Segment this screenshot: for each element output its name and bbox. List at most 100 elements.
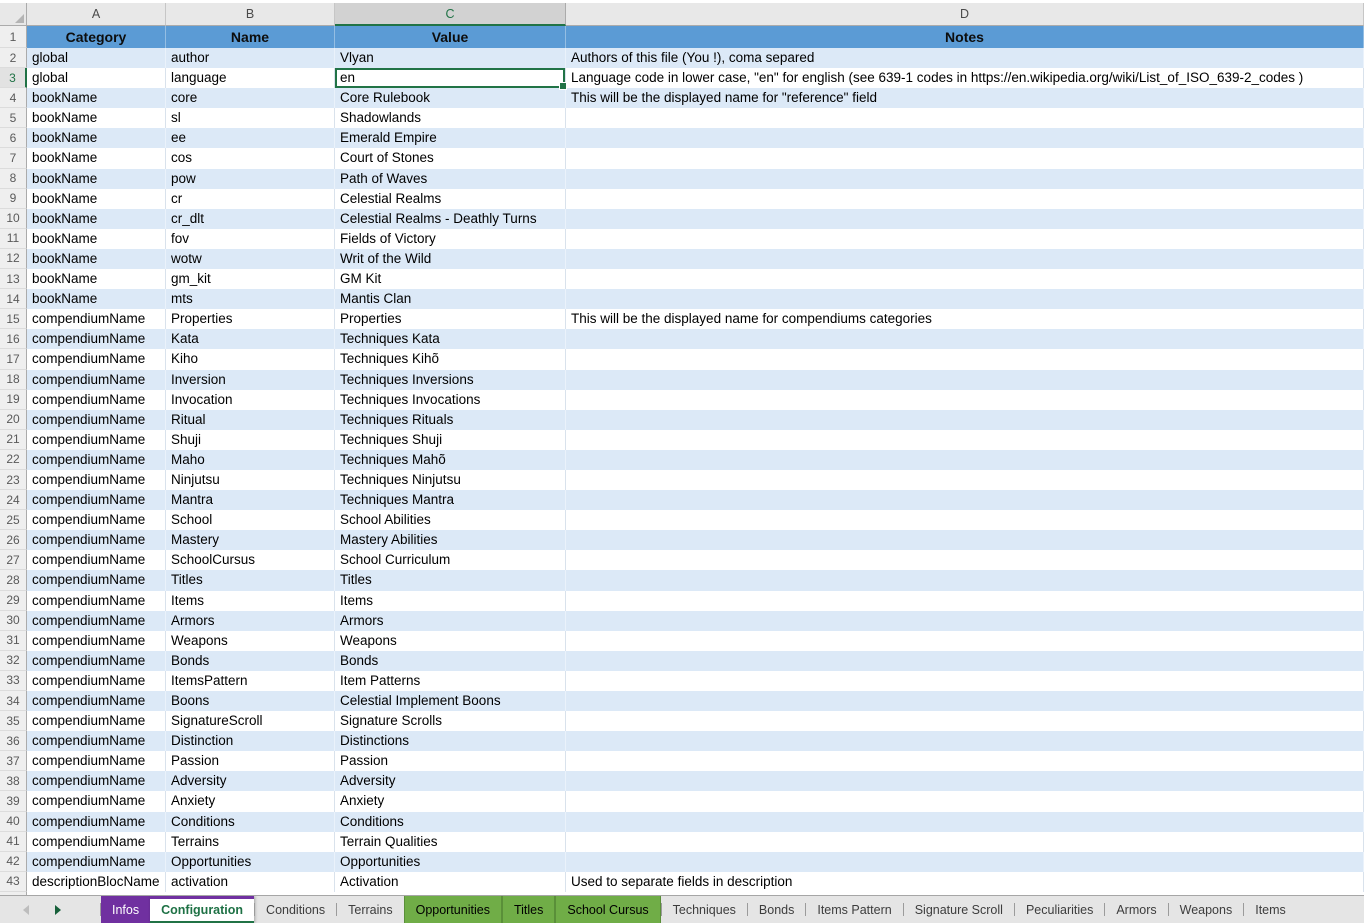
cell-D42[interactable] — [566, 852, 1364, 872]
cell-C8[interactable]: Path of Waves — [335, 169, 566, 189]
cell-A39[interactable]: compendiumName — [27, 791, 166, 811]
row-header-16[interactable]: 16 — [0, 329, 27, 349]
cell-C11[interactable]: Fields of Victory — [335, 229, 566, 249]
sheet-tab-items-pattern[interactable]: Items Pattern — [806, 896, 902, 923]
cell-B36[interactable]: Distinction — [166, 731, 335, 751]
cell-A19[interactable]: compendiumName — [27, 390, 166, 410]
cell-A35[interactable]: compendiumName — [27, 711, 166, 731]
sheet-tab-items[interactable]: Items — [1244, 896, 1297, 923]
sheet-tab-bonds[interactable]: Bonds — [748, 896, 805, 923]
cell-C20[interactable]: Techniques Rituals — [335, 410, 566, 430]
cell-B31[interactable]: Weapons — [166, 631, 335, 651]
cell-C40[interactable]: Conditions — [335, 812, 566, 832]
sheet-tab-weapons[interactable]: Weapons — [1169, 896, 1244, 923]
cell-B35[interactable]: SignatureScroll — [166, 711, 335, 731]
cell-D37[interactable] — [566, 751, 1364, 771]
row-header-30[interactable]: 30 — [0, 611, 27, 631]
sheet-tab-configuration[interactable]: Configuration — [150, 896, 254, 923]
row-header-7[interactable]: 7 — [0, 148, 27, 168]
cell-A27[interactable]: compendiumName — [27, 550, 166, 570]
cell-C24[interactable]: Techniques Mantra — [335, 490, 566, 510]
cell-D16[interactable] — [566, 329, 1364, 349]
cell-B33[interactable]: ItemsPattern — [166, 671, 335, 691]
cell-B9[interactable]: cr — [166, 189, 335, 209]
cell-B8[interactable]: pow — [166, 169, 335, 189]
cell-B16[interactable]: Kata — [166, 329, 335, 349]
row-header-19[interactable]: 19 — [0, 390, 27, 410]
cell-A23[interactable]: compendiumName — [27, 470, 166, 490]
cell-A31[interactable]: compendiumName — [27, 631, 166, 651]
cell-B42[interactable]: Opportunities — [166, 852, 335, 872]
cell-C6[interactable]: Emerald Empire — [335, 128, 566, 148]
cell-C10[interactable]: Celestial Realms - Deathly Turns — [335, 209, 566, 229]
cell-C22[interactable]: Techniques Mahõ — [335, 450, 566, 470]
row-header-21[interactable]: 21 — [0, 430, 27, 450]
cell-A12[interactable]: bookName — [27, 249, 166, 269]
cell-B24[interactable]: Mantra — [166, 490, 335, 510]
cell-A21[interactable]: compendiumName — [27, 430, 166, 450]
cell-A25[interactable]: compendiumName — [27, 510, 166, 530]
cell-B15[interactable]: Properties — [166, 309, 335, 329]
sheet-tab-conditions[interactable]: Conditions — [255, 896, 336, 923]
cell-A10[interactable]: bookName — [27, 209, 166, 229]
row-header-24[interactable]: 24 — [0, 490, 27, 510]
row-header-5[interactable]: 5 — [0, 108, 27, 128]
row-header-1[interactable]: 1 — [0, 26, 27, 48]
cell-A4[interactable]: bookName — [27, 88, 166, 108]
cell-A33[interactable]: compendiumName — [27, 671, 166, 691]
cell-D19[interactable] — [566, 390, 1364, 410]
cell-D32[interactable] — [566, 651, 1364, 671]
cell-D20[interactable] — [566, 410, 1364, 430]
sheet-tab-signature-scroll[interactable]: Signature Scroll — [904, 896, 1014, 923]
row-header-12[interactable]: 12 — [0, 249, 27, 269]
row-header-2[interactable]: 2 — [0, 48, 27, 68]
row-header-29[interactable]: 29 — [0, 591, 27, 611]
cell-C23[interactable]: Techniques Ninjutsu — [335, 470, 566, 490]
column-header-A[interactable]: A — [27, 3, 166, 26]
cell-C21[interactable]: Techniques Shuji — [335, 430, 566, 450]
cell-A6[interactable]: bookName — [27, 128, 166, 148]
sheet-tab-terrains[interactable]: Terrains — [337, 896, 403, 923]
column-header-B[interactable]: B — [166, 3, 335, 26]
cell-B3[interactable]: language — [166, 68, 335, 88]
row-header-36[interactable]: 36 — [0, 731, 27, 751]
row-header-20[interactable]: 20 — [0, 410, 27, 430]
cell-B25[interactable]: School — [166, 510, 335, 530]
cell-D12[interactable] — [566, 249, 1364, 269]
cell-B37[interactable]: Passion — [166, 751, 335, 771]
cell-B29[interactable]: Items — [166, 591, 335, 611]
cell-C13[interactable]: GM Kit — [335, 269, 566, 289]
cell-B7[interactable]: cos — [166, 148, 335, 168]
cell-C5[interactable]: Shadowlands — [335, 108, 566, 128]
cell-C26[interactable]: Mastery Abilities — [335, 530, 566, 550]
sheet-tab-titles[interactable]: Titles — [502, 896, 555, 923]
cell-B4[interactable]: core — [166, 88, 335, 108]
cell-B20[interactable]: Ritual — [166, 410, 335, 430]
cell-D34[interactable] — [566, 691, 1364, 711]
cell-A24[interactable]: compendiumName — [27, 490, 166, 510]
cell-A42[interactable]: compendiumName — [27, 852, 166, 872]
column-header-D[interactable]: D — [566, 3, 1364, 26]
cell-B14[interactable]: mts — [166, 289, 335, 309]
cell-C38[interactable]: Adversity — [335, 771, 566, 791]
cell-C16[interactable]: Techniques Kata — [335, 329, 566, 349]
cell-D30[interactable] — [566, 611, 1364, 631]
cell-A29[interactable]: compendiumName — [27, 591, 166, 611]
sheet-tab-infos[interactable]: Infos — [101, 896, 150, 923]
cell-C14[interactable]: Mantis Clan — [335, 289, 566, 309]
cell-D17[interactable] — [566, 349, 1364, 369]
row-header-8[interactable]: 8 — [0, 169, 27, 189]
cell-B17[interactable]: Kiho — [166, 349, 335, 369]
cell-C43[interactable]: Activation — [335, 872, 566, 892]
cell-D6[interactable] — [566, 128, 1364, 148]
cell-C39[interactable]: Anxiety — [335, 791, 566, 811]
cell-D18[interactable] — [566, 370, 1364, 390]
cell-D31[interactable] — [566, 631, 1364, 651]
row-header-42[interactable]: 42 — [0, 852, 27, 872]
cell-B21[interactable]: Shuji — [166, 430, 335, 450]
row-header-10[interactable]: 10 — [0, 209, 27, 229]
cell-C15[interactable]: Properties — [335, 309, 566, 329]
row-header-31[interactable]: 31 — [0, 631, 27, 651]
cell-B40[interactable]: Conditions — [166, 812, 335, 832]
cell-C25[interactable]: School Abilities — [335, 510, 566, 530]
